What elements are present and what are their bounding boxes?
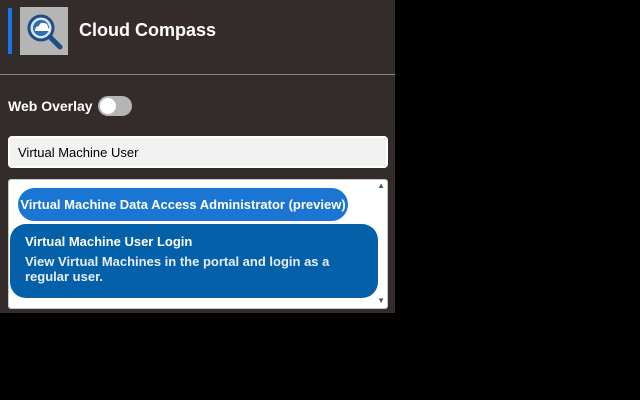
- result-item-title: Virtual Machine Data Access Administrato…: [20, 197, 346, 212]
- app-title: Cloud Compass: [79, 20, 217, 40]
- web-overlay-label: Web Overlay: [8, 98, 93, 114]
- header-divider: [0, 74, 395, 75]
- result-item-description: View Virtual Machines in the portal and …: [25, 254, 330, 284]
- role-search-input[interactable]: [8, 136, 388, 168]
- cloud-search-magnifier-icon: [27, 14, 63, 50]
- result-item-vm-data-access-admin[interactable]: Virtual Machine Data Access Administrato…: [18, 188, 348, 221]
- results-list[interactable]: ▲ Virtual Machine Data Access Administra…: [8, 179, 388, 309]
- scroll-up-arrow-icon[interactable]: ▲: [377, 181, 385, 190]
- toggle-knob: [100, 98, 116, 114]
- result-item-title: Virtual Machine User Login: [25, 234, 193, 249]
- scroll-down-arrow-icon[interactable]: ▼: [377, 296, 385, 305]
- cloud-compass-logo: [20, 7, 68, 55]
- web-overlay-toggle[interactable]: [98, 96, 132, 116]
- header-accent-bar: [8, 8, 12, 54]
- extension-panel: Cloud Compass Web Overlay ▲ Virtual Mach…: [0, 0, 395, 313]
- result-item-vm-user-login[interactable]: Virtual Machine User Login View Virtual …: [10, 224, 378, 298]
